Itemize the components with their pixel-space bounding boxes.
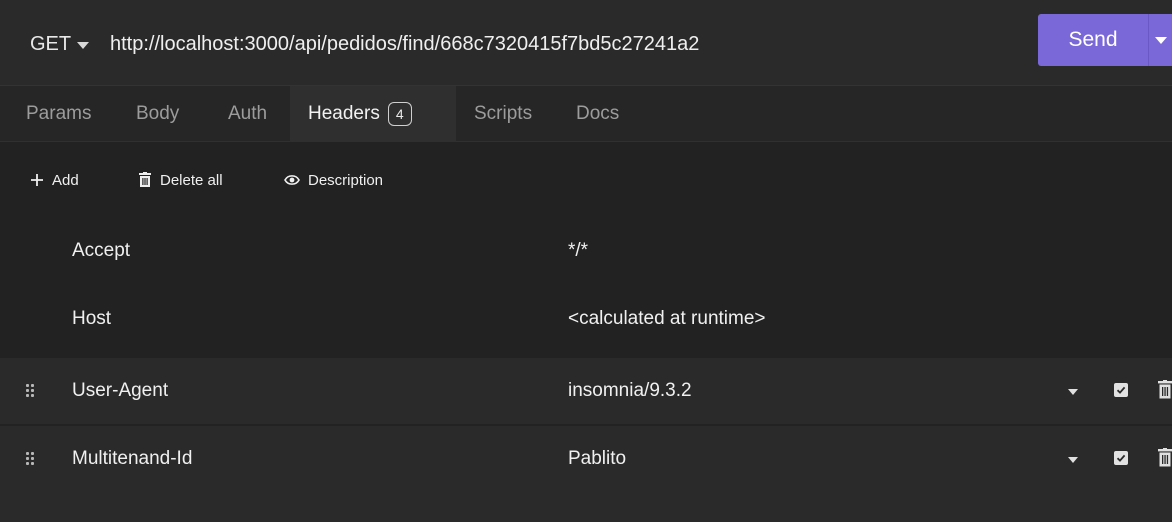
header-value-input[interactable]: insomnia/9.3.2 xyxy=(568,358,692,424)
header-row: Multitenand-Id Pablito xyxy=(0,426,1172,492)
url-input[interactable]: http://localhost:3000/api/pedidos/find/6… xyxy=(110,30,1010,58)
chevron-down-icon xyxy=(1154,36,1167,44)
request-pane: GET http://localhost:3000/api/pedidos/fi… xyxy=(0,0,1172,522)
tab-label: Docs xyxy=(576,103,620,124)
header-row: Accept */* xyxy=(0,218,1172,284)
description-toggle[interactable]: Description xyxy=(284,168,383,192)
chevron-down-icon xyxy=(77,41,90,49)
tab-label: Body xyxy=(136,103,180,124)
chevron-down-icon[interactable] xyxy=(1068,389,1078,395)
tab-body[interactable]: Body xyxy=(136,86,179,142)
tab-label: Auth xyxy=(228,103,268,124)
tab-auth[interactable]: Auth xyxy=(228,86,267,142)
url-bar: GET http://localhost:3000/api/pedidos/fi… xyxy=(0,0,1172,86)
add-label: Add xyxy=(52,171,79,189)
check-icon xyxy=(1116,454,1126,462)
plus-icon xyxy=(31,174,43,186)
header-value: <calculated at runtime> xyxy=(568,308,766,329)
trash-icon[interactable] xyxy=(1158,448,1172,468)
enable-checkbox[interactable] xyxy=(1114,451,1128,465)
add-header-button[interactable]: Add xyxy=(30,168,79,192)
tab-label: Params xyxy=(26,103,92,124)
trash-icon xyxy=(139,172,151,187)
delete-all-label: Delete all xyxy=(160,171,223,189)
header-key-input[interactable]: Multitenand-Id xyxy=(72,426,192,492)
method-selector[interactable]: GET xyxy=(30,30,90,58)
header-row: User-Agent insomnia/9.3.2 xyxy=(0,358,1172,424)
header-value-input[interactable]: Pablito xyxy=(568,426,626,492)
send-options-button[interactable] xyxy=(1148,14,1172,66)
header-key: Host xyxy=(72,308,112,329)
chevron-down-icon[interactable] xyxy=(1068,457,1078,463)
tab-label: Scripts xyxy=(474,103,533,124)
delete-all-button[interactable]: Delete all xyxy=(138,168,223,192)
tab-label: Headers xyxy=(308,103,380,124)
trash-icon[interactable] xyxy=(1158,380,1172,400)
header-row: Host <calculated at runtime> xyxy=(0,286,1172,352)
header-count-badge: 4 xyxy=(387,102,412,126)
drag-handle-icon[interactable] xyxy=(26,384,34,398)
header-value: */* xyxy=(568,240,589,261)
send-button[interactable]: Send xyxy=(1038,14,1148,66)
eye-icon xyxy=(284,175,300,185)
request-tabs: Params Body Auth Headers 4 Scripts Docs xyxy=(0,86,1172,142)
header-key-input[interactable]: User-Agent xyxy=(72,358,168,424)
headers-toolbar: Add Delete all Description xyxy=(0,152,1172,208)
tab-docs[interactable]: Docs xyxy=(576,86,619,142)
header-key: Accept xyxy=(72,240,131,261)
description-label: Description xyxy=(308,171,384,189)
check-icon xyxy=(1116,386,1126,394)
tab-params[interactable]: Params xyxy=(26,86,91,142)
tab-scripts[interactable]: Scripts xyxy=(474,86,532,142)
method-label: GET xyxy=(30,32,72,55)
new-header-row[interactable] xyxy=(0,492,1172,522)
drag-handle-icon[interactable] xyxy=(26,452,34,466)
enable-checkbox[interactable] xyxy=(1114,383,1128,397)
tab-headers[interactable]: Headers 4 xyxy=(290,86,456,142)
